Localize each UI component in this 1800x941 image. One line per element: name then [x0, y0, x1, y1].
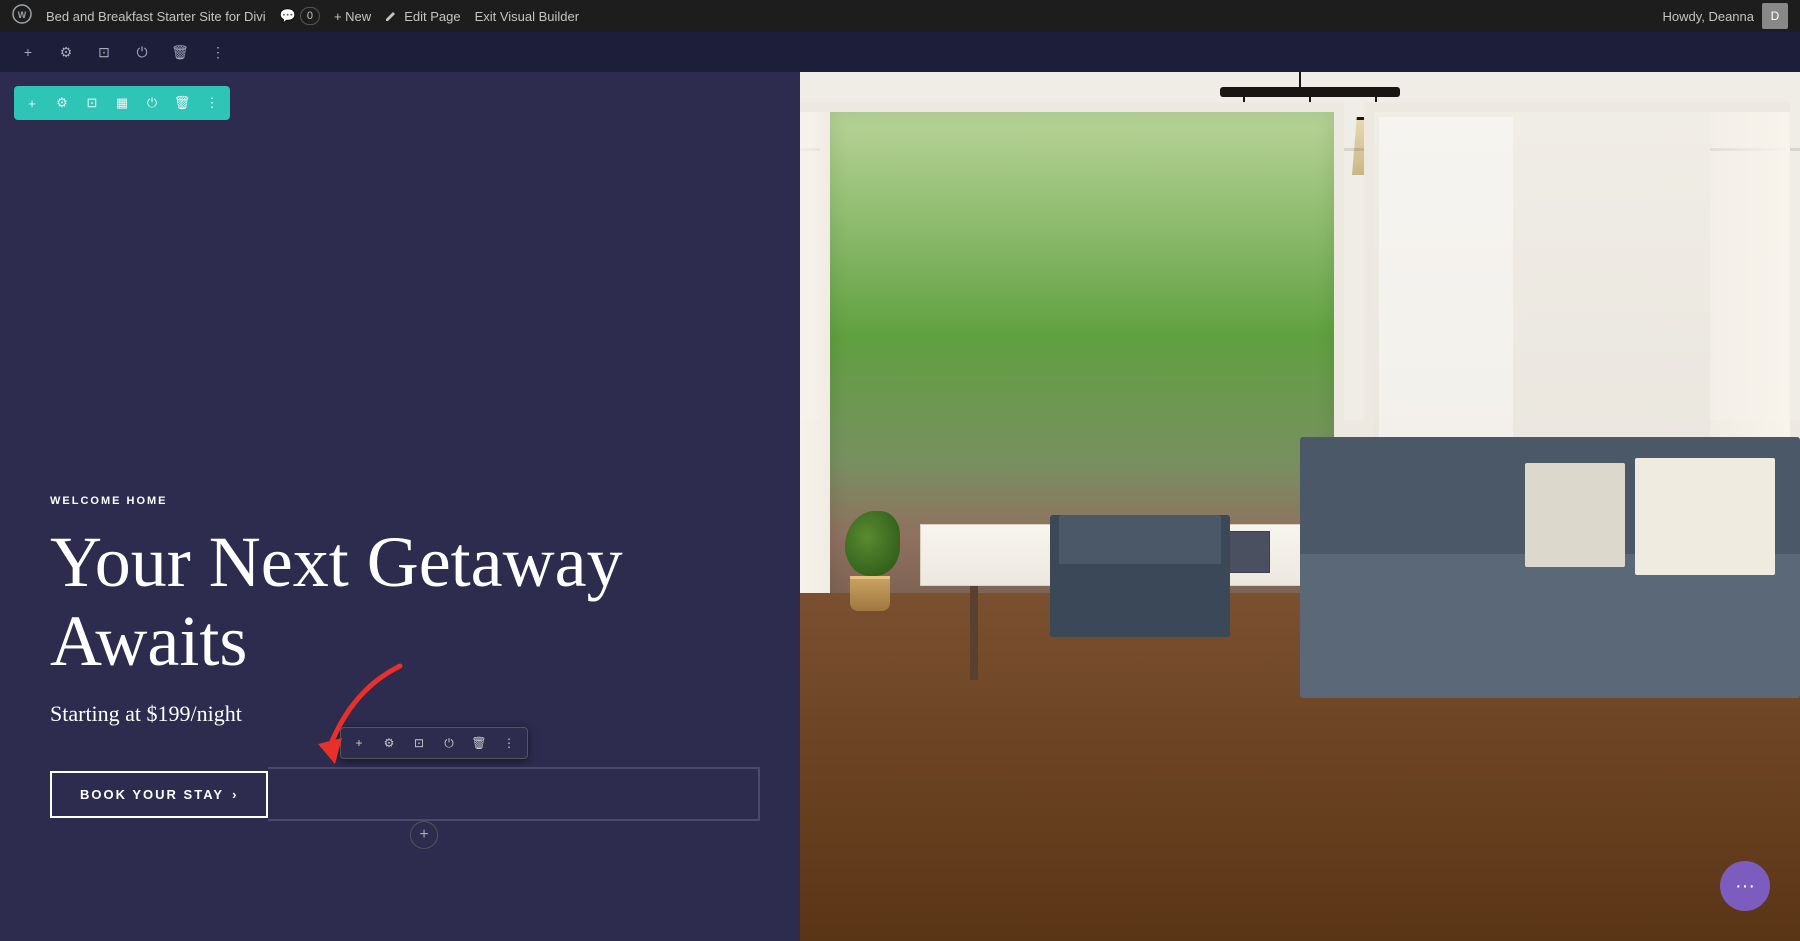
button-arrow-icon: › — [232, 787, 238, 802]
button-area: BOOK YOUR STAY › + ⚙ ⊡ ⏻ 🗑 ⋮ + — [50, 767, 760, 821]
button-row-toolbar: + ⚙ ⊡ ⏻ 🗑 ⋮ — [340, 727, 528, 759]
row-delete-btn[interactable]: 🗑 — [465, 729, 493, 757]
divi-layout-icon[interactable]: ⊡ — [90, 38, 118, 66]
right-panel: ··· — [800, 72, 1800, 941]
purple-dot-button[interactable]: ··· — [1720, 861, 1770, 911]
admin-bar-left: W Bed and Breakfast Starter Site for Div… — [12, 4, 1646, 29]
section-grid-btn[interactable]: ▦ — [108, 89, 136, 117]
edit-page-link[interactable]: Edit Page — [385, 9, 460, 24]
comments-icon[interactable]: 💬 0 — [280, 7, 320, 25]
welcome-label: WELCOME HOME — [50, 495, 760, 507]
page-subheadline: Starting at $199/night — [50, 701, 760, 727]
section-settings-btn[interactable]: ⚙ — [48, 89, 76, 117]
section-toolbar: + ⚙ ⊡ ▦ ⏻ 🗑 ⋮ — [14, 86, 230, 120]
row-duplicate-btn[interactable]: ⊡ — [405, 729, 433, 757]
row-more-btn[interactable]: ⋮ — [495, 729, 523, 757]
divi-builder-bar: + ⚙ ⊡ ⏻ 🗑 ⋮ — [0, 32, 1800, 72]
new-content-link[interactable]: + New — [334, 9, 371, 24]
book-stay-button[interactable]: BOOK YOUR STAY › — [50, 771, 268, 818]
divi-delete-icon[interactable]: 🗑 — [166, 38, 194, 66]
purple-dot-icon: ··· — [1735, 875, 1755, 898]
left-panel: + ⚙ ⊡ ▦ ⏻ 🗑 ⋮ WELCOME HOME Your Next Get… — [0, 72, 800, 941]
divi-power-icon[interactable]: ⏻ — [128, 38, 156, 66]
site-name-link[interactable]: Bed and Breakfast Starter Site for Divi — [46, 9, 266, 24]
divi-add-icon[interactable]: + — [14, 38, 42, 66]
room-plant — [840, 511, 900, 611]
section-delete-btn[interactable]: 🗑 — [168, 89, 196, 117]
divi-more-icon[interactable]: ⋮ — [204, 38, 232, 66]
howdy-text: Howdy, Deanna — [1662, 9, 1754, 24]
ottoman — [1050, 515, 1230, 637]
row-power-btn[interactable]: ⏻ — [435, 729, 463, 757]
row-add-btn[interactable]: + — [345, 729, 373, 757]
page-headline: Your Next Getaway Awaits — [50, 523, 760, 681]
comments-count: 0 — [300, 7, 320, 25]
section-duplicate-btn[interactable]: ⊡ — [78, 89, 106, 117]
room-image — [800, 72, 1800, 941]
admin-bar: W Bed and Breakfast Starter Site for Div… — [0, 0, 1800, 32]
exit-builder-link[interactable]: Exit Visual Builder — [475, 9, 580, 24]
user-avatar[interactable]: D — [1762, 3, 1788, 29]
section-more-btn[interactable]: ⋮ — [198, 89, 226, 117]
svg-text:W: W — [18, 10, 27, 20]
main-content: + ⚙ ⊡ ▦ ⏻ 🗑 ⋮ WELCOME HOME Your Next Get… — [0, 72, 1800, 941]
add-row-button[interactable]: + — [410, 821, 438, 849]
section-power-btn[interactable]: ⏻ — [138, 89, 166, 117]
admin-bar-right: Howdy, Deanna D — [1662, 3, 1788, 29]
divi-settings-icon[interactable]: ⚙ — [52, 38, 80, 66]
section-add-btn[interactable]: + — [18, 89, 46, 117]
sofa — [1300, 437, 1800, 698]
row-settings-btn[interactable]: ⚙ — [375, 729, 403, 757]
button-placeholder — [268, 767, 760, 821]
wp-logo-icon[interactable]: W — [12, 4, 32, 29]
